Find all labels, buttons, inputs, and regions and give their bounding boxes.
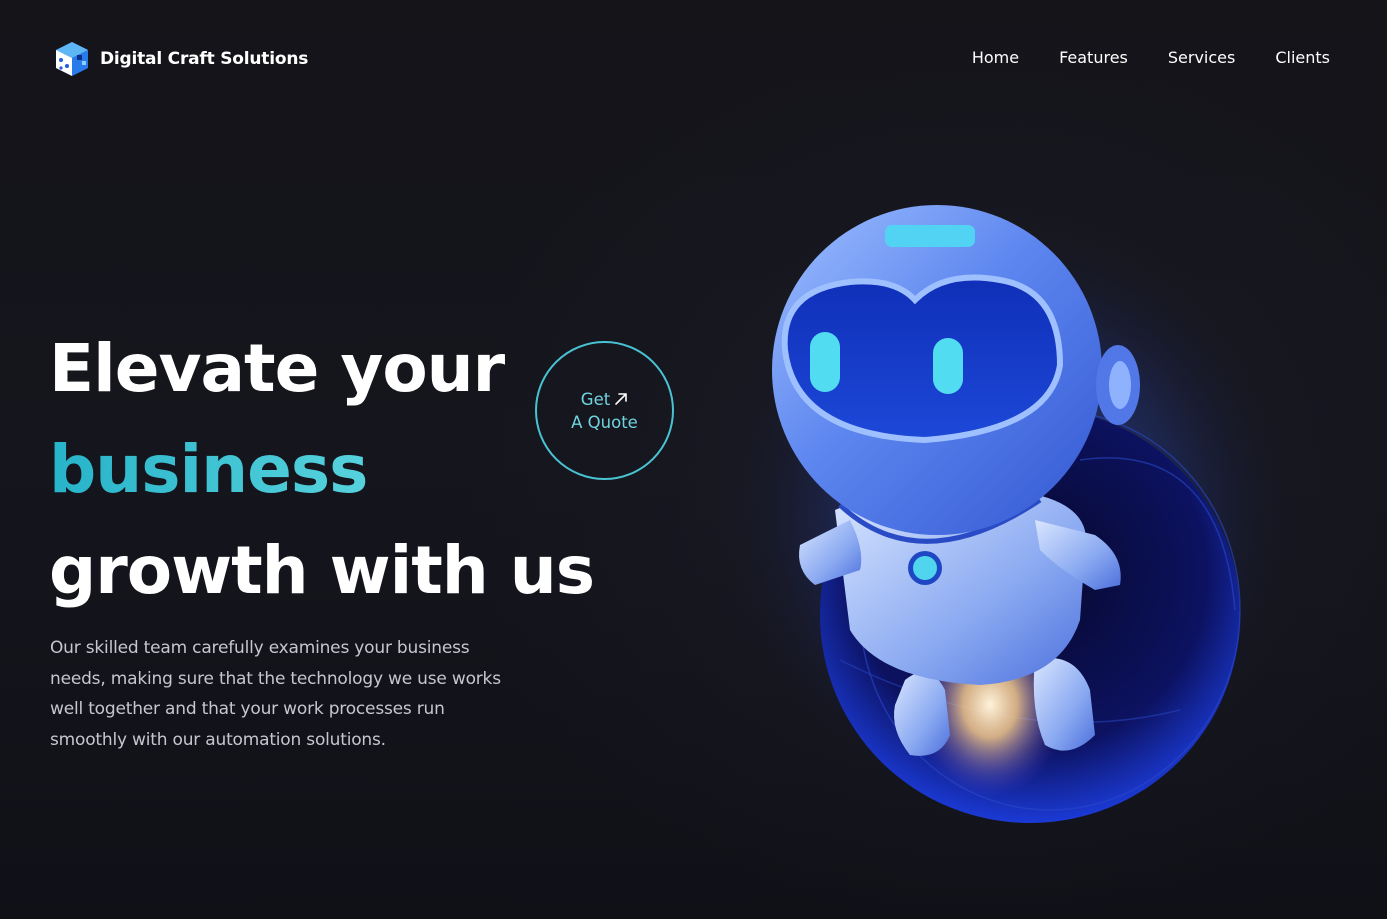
nav-item-clients[interactable]: Clients	[1275, 48, 1330, 67]
main-nav: Home Features Services Clients	[972, 48, 1330, 67]
nav-item-features[interactable]: Features	[1059, 48, 1128, 67]
brand-logo[interactable]: Digital Craft Solutions	[52, 38, 308, 80]
cta-first-line: Get	[581, 388, 628, 411]
brand-name: Digital Craft Solutions	[100, 49, 309, 69]
hero-description: Our skilled team carefully examines your…	[50, 638, 501, 750]
headline-line-3: growth with us	[49, 532, 595, 609]
cta-label-quote: A Quote	[571, 412, 638, 432]
cube-logo-icon	[56, 42, 88, 76]
headline-line-1: Elevate your	[49, 330, 505, 407]
landing-page: Digital Craft Solutions Home Features Se…	[0, 0, 1387, 919]
hero-headline: Elevate your business growth with us	[49, 318, 595, 621]
cta-label-get: Get	[580, 389, 611, 409]
nav-item-services[interactable]: Services	[1168, 48, 1235, 67]
headline-accent-word: business	[49, 419, 594, 520]
get-quote-button[interactable]: Get A Quote	[535, 341, 674, 480]
robot-illustration	[720, 205, 1300, 823]
nav-item-home[interactable]: Home	[972, 48, 1019, 67]
arrow-up-right-icon	[615, 393, 628, 405]
